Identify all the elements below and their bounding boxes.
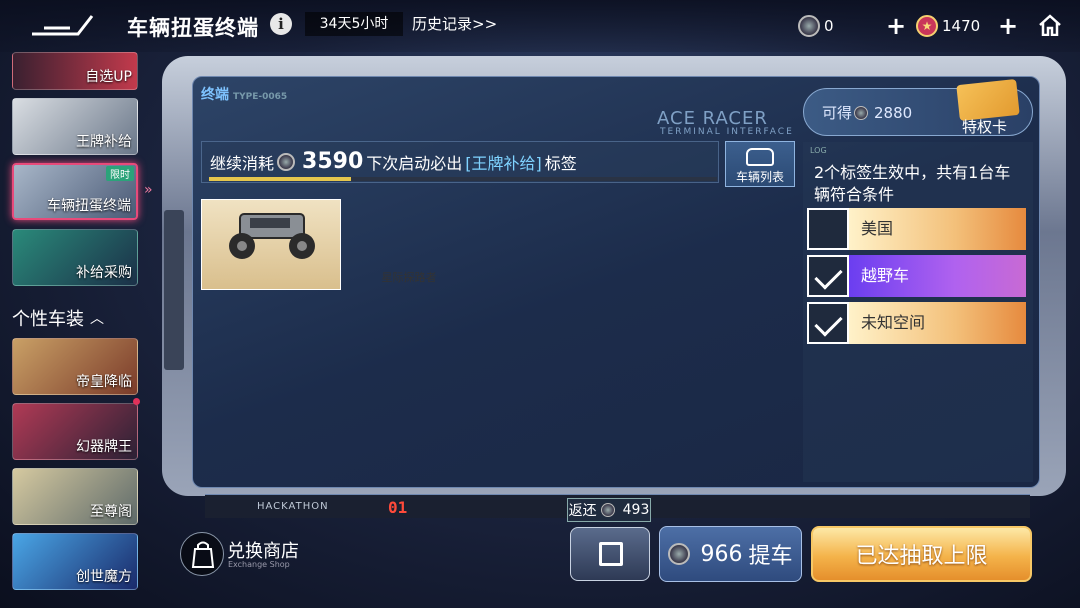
selected-arrow-icon: » [144, 182, 153, 198]
obtain-value: 2880 [874, 103, 913, 122]
sidebar-item-label: 王牌补给 [76, 134, 132, 150]
car-icon [746, 148, 774, 166]
tag-label: 美国 [849, 208, 1026, 250]
car-name: 星际探路者 [381, 271, 437, 284]
coin-icon [798, 15, 820, 37]
sidebar-item-supreme[interactable]: 至尊阁 [12, 468, 138, 525]
car-card[interactable]: 星际探路者 [201, 199, 437, 290]
tag-checkbox-checked[interactable] [807, 255, 849, 297]
sidebar-item-label: 帝皇降临 [76, 374, 132, 390]
add-coin-button[interactable]: + [886, 12, 906, 40]
sidebar-item-label: 幻器牌王 [76, 439, 132, 455]
home-icon[interactable] [1038, 14, 1062, 36]
sidebar-item-gacha-terminal[interactable]: 限时 车辆扭蛋终端 [12, 163, 138, 220]
frame-side-strip [164, 210, 184, 370]
cost-suffix: 下次启动必出 [366, 153, 463, 173]
star-count: 1470 [942, 17, 981, 35]
sidebar-item-custom-up[interactable]: 自选UP [12, 52, 138, 90]
cost-tag: [王牌补给] [465, 153, 542, 173]
sidebar-item-supply-purchase[interactable]: 补给采购 [12, 229, 138, 286]
info-icon[interactable]: i [270, 13, 292, 35]
sidebar-item-label: 车辆扭蛋终端 [47, 198, 131, 214]
tag-label: 越野车 [849, 255, 1026, 297]
cost-prefix: 继续消耗 [210, 153, 275, 173]
sidebar-item-label: 自选UP [85, 69, 132, 85]
obtain-label: 可得 [822, 104, 853, 122]
coin-icon [277, 152, 296, 171]
back-logo-icon[interactable] [30, 14, 94, 36]
offroad-car-icon [229, 213, 315, 259]
privilege-card-label[interactable]: 特权卡 [962, 116, 1007, 137]
tag-row-offroad[interactable]: 越野车 [807, 255, 1026, 297]
exchange-shop-icon[interactable] [180, 532, 224, 576]
return-info: 返还 493 [567, 498, 651, 522]
progress-fill [209, 177, 351, 181]
pick-cost: 966 [700, 541, 743, 567]
brand-subtext: TERMINAL INTERFACE [660, 127, 794, 137]
car-list-button[interactable]: 车辆列表 [725, 141, 795, 187]
sidebar-item-label: 补给采购 [76, 265, 132, 281]
history-link[interactable]: 历史记录>> [412, 13, 497, 34]
sidebar-item-ace-supply[interactable]: 王牌补给 [12, 98, 138, 155]
coin-count: 0 [824, 17, 834, 35]
limited-badge: 限时 [106, 166, 134, 181]
obtain-info: 可得 2880 [822, 102, 912, 123]
coin-icon [854, 105, 869, 120]
log-tag: LOG [810, 146, 827, 155]
star-icon: ★ [916, 15, 938, 37]
exit-button[interactable] [570, 527, 650, 581]
cost-value: 3590 [302, 149, 364, 174]
return-value: 493 [622, 502, 650, 518]
chevron-up-icon: ︿ [90, 311, 104, 327]
brand-text: ACE RACER [657, 108, 768, 129]
tag-row-usa[interactable]: 美国 [807, 208, 1026, 250]
terminal-type-code: TYPE-0065 [233, 92, 288, 102]
cost-info: 继续消耗 3590 下次启动必出 [王牌补给] 标签 [210, 149, 577, 174]
coin-icon [668, 543, 691, 565]
draw-limit-button[interactable]: 已达抽取上限 [811, 526, 1032, 582]
hackathon-text: HACKATHON [257, 501, 329, 512]
log-note: 2个标签生效中，共有1台车辆符合条件 [814, 163, 1011, 204]
coin-balance: 0 [798, 14, 834, 38]
page-indicator: 01 [388, 498, 408, 517]
cost-end: 标签 [544, 153, 577, 173]
notification-dot [133, 398, 140, 405]
pick-label: 提车 [748, 544, 793, 569]
car-list-label: 车辆列表 [735, 170, 784, 184]
sidebar-item-label: 创世魔方 [76, 569, 132, 585]
tag-checkbox-checked[interactable] [807, 302, 849, 344]
exit-icon [599, 542, 623, 566]
return-label: 返还 [568, 503, 597, 519]
exchange-shop-sublabel: Exchange Shop [228, 560, 290, 569]
coin-icon [600, 503, 615, 517]
event-timer: 34天5小时 [305, 12, 403, 36]
add-star-button[interactable]: + [998, 12, 1018, 40]
tag-row-unknown-space[interactable]: 未知空间 [807, 302, 1026, 344]
section-title: 个性车装 [12, 309, 84, 330]
sidebar-item-genesis[interactable]: 创世魔方 [12, 533, 138, 590]
terminal-title: 终端 [201, 87, 229, 103]
page-title: 车辆扭蛋终端 [127, 16, 259, 40]
pick-car-button[interactable]: 966 提车 [659, 526, 802, 582]
terminal-label: 终端 TYPE-0065 [201, 84, 287, 104]
tag-checkbox[interactable] [807, 208, 849, 250]
sidebar-item-phantom[interactable]: 幻器牌王 [12, 403, 138, 460]
sidebar-item-label: 至尊阁 [90, 504, 132, 520]
privilege-card-icon[interactable] [956, 78, 1020, 122]
tag-label: 未知空间 [849, 302, 1026, 344]
section-header-personal-decor[interactable]: 个性车装 ︿ [12, 305, 104, 331]
star-balance: ★ 1470 [916, 14, 980, 38]
sidebar-item-emperor[interactable]: 帝皇降临 [12, 338, 138, 395]
